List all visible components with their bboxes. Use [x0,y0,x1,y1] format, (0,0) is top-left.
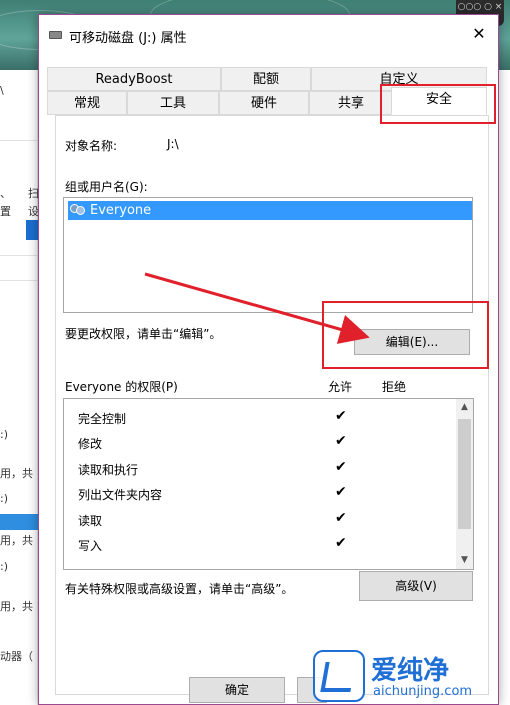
logo-icon [313,650,365,702]
watermark-title: 爱纯净 [371,656,450,686]
tab-security[interactable]: 安全 [391,87,487,115]
watermark-logo: 爱纯净 aichunjing.com [313,650,505,702]
watermark-url: aichunjing.com [373,684,473,699]
